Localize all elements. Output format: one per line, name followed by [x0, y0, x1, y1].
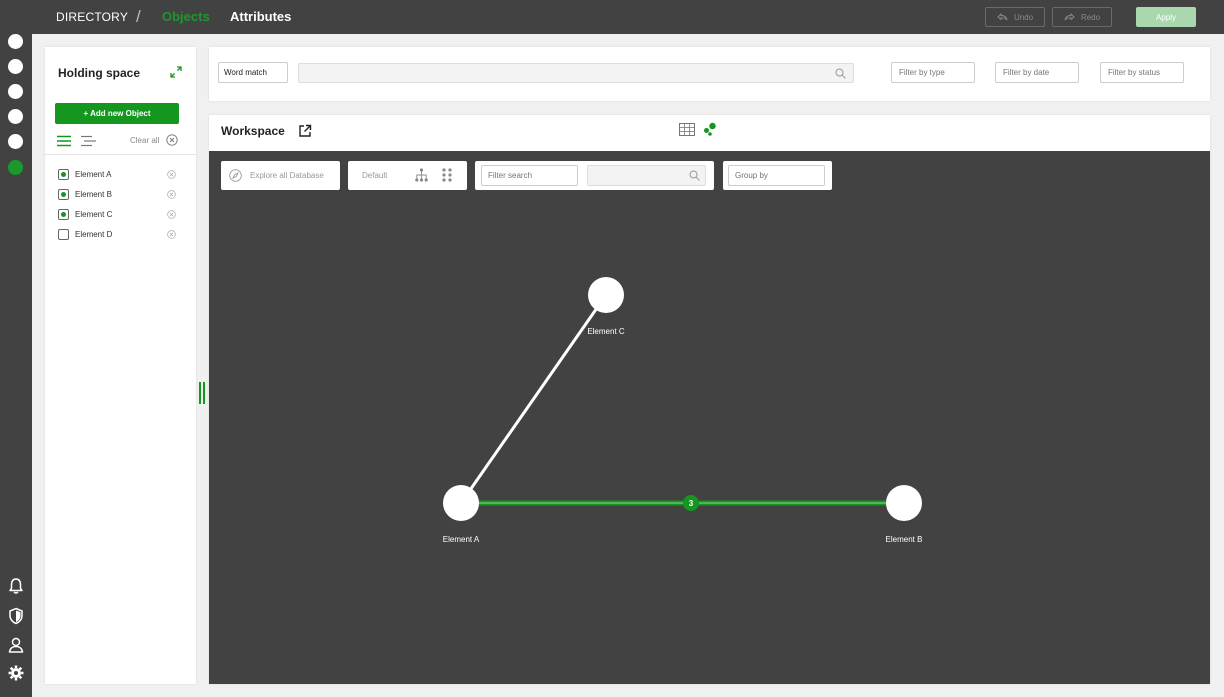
node-element-c[interactable] [588, 277, 624, 313]
layout-default-option[interactable]: Default [362, 171, 387, 180]
element-d-checkbox[interactable] [58, 229, 69, 240]
rail-item-6-active[interactable] [8, 160, 23, 175]
panel-resize-handle[interactable] [199, 382, 205, 404]
element-list-item: Element C [58, 208, 183, 222]
group-by-input[interactable] [728, 165, 825, 186]
list-view-icon[interactable] [57, 135, 71, 147]
remove-element-icon[interactable] [167, 230, 176, 239]
apply-button[interactable]: Apply [1136, 7, 1196, 27]
undo-label: Undo [1013, 12, 1034, 22]
add-new-object-button[interactable]: + Add new Object [55, 103, 179, 124]
node-label-c: Element C [587, 327, 625, 336]
node-label-b: Element B [886, 535, 923, 544]
bell-icon[interactable] [7, 577, 25, 595]
compass-icon [229, 169, 242, 182]
app-title: DIRECTORY [56, 10, 129, 24]
workspace-title: Workspace [221, 124, 285, 138]
filter-by-type-input[interactable] [891, 62, 975, 83]
filter-by-date-input[interactable] [995, 62, 1079, 83]
search-icon[interactable] [835, 68, 846, 79]
element-b-label: Element B [75, 190, 112, 199]
element-a-label: Element A [75, 170, 112, 179]
gear-icon[interactable] [7, 664, 25, 682]
tab-objects[interactable]: Objects [162, 9, 210, 24]
search-icon[interactable] [689, 170, 700, 181]
element-list-item: Element A [58, 168, 183, 182]
tree-view-icon[interactable] [81, 135, 96, 147]
edge-a-c[interactable] [459, 294, 608, 504]
element-a-checkbox[interactable] [58, 169, 69, 180]
node-label-a: Element A [443, 535, 480, 544]
word-match-dropdown[interactable]: Word match [218, 62, 288, 83]
rail-item-5[interactable] [8, 134, 23, 149]
panel-divider [45, 154, 196, 155]
undo-icon [997, 13, 1008, 21]
undo-button[interactable]: Undo [985, 7, 1045, 27]
graph-filter-toolbox [475, 161, 714, 190]
clear-all-link[interactable]: Clear all [130, 136, 159, 145]
remove-element-icon[interactable] [167, 210, 176, 219]
user-icon[interactable] [7, 636, 25, 654]
holding-space-title: Holding space [58, 66, 141, 80]
filter-by-status-input[interactable] [1100, 62, 1184, 83]
expand-icon[interactable] [170, 66, 182, 78]
relationship-graph: 3 Element C Element A Element B [443, 277, 923, 544]
group-by-toolbox [723, 161, 832, 190]
remove-element-icon[interactable] [167, 190, 176, 199]
breadcrumb-separator: / [136, 7, 141, 26]
explore-database-button[interactable]: Explore all Database [221, 161, 340, 190]
element-c-label: Element C [75, 210, 113, 219]
node-element-a[interactable] [443, 485, 479, 521]
search-input[interactable] [298, 63, 854, 83]
layout-toolbox: Default [348, 161, 467, 190]
element-d-label: Element D [75, 230, 113, 239]
table-view-icon[interactable] [679, 123, 695, 136]
element-list-item: Element D [58, 228, 183, 242]
holding-space-panel: Holding space + Add new Object Clear all… [45, 47, 196, 684]
graph-canvas[interactable]: 3 Element C Element A Element B Explore … [209, 151, 1210, 684]
element-b-checkbox[interactable] [58, 189, 69, 200]
rail-item-1[interactable] [8, 34, 23, 49]
grid-layout-icon[interactable] [442, 168, 452, 182]
tab-attributes[interactable]: Attributes [230, 9, 291, 24]
graph-view-icon[interactable] [703, 122, 717, 136]
explore-label: Explore all Database [250, 171, 324, 180]
node-element-b[interactable] [886, 485, 922, 521]
rail-item-4[interactable] [8, 109, 23, 124]
hierarchy-layout-icon[interactable] [415, 168, 428, 182]
search-panel: Word match [209, 47, 1210, 101]
remove-element-icon[interactable] [167, 170, 176, 179]
clear-all-icon[interactable] [166, 134, 178, 146]
workspace-panel: Workspace 3 Element C Element A Element … [209, 115, 1210, 684]
apply-label: Apply [1155, 12, 1176, 22]
top-bar: DIRECTORY / Objects Attributes Undo Redo… [32, 0, 1224, 34]
redo-button[interactable]: Redo [1052, 7, 1112, 27]
filter-search-input[interactable] [481, 165, 578, 186]
rail-item-3[interactable] [8, 84, 23, 99]
redo-label: Redo [1080, 12, 1101, 22]
rail-item-2[interactable] [8, 59, 23, 74]
element-c-checkbox[interactable] [58, 209, 69, 220]
element-list-item: Element B [58, 188, 183, 202]
left-rail [0, 0, 32, 697]
edge-count-label: 3 [689, 499, 694, 508]
export-icon[interactable] [298, 124, 312, 138]
redo-icon [1064, 13, 1075, 21]
shield-icon[interactable] [7, 607, 25, 625]
